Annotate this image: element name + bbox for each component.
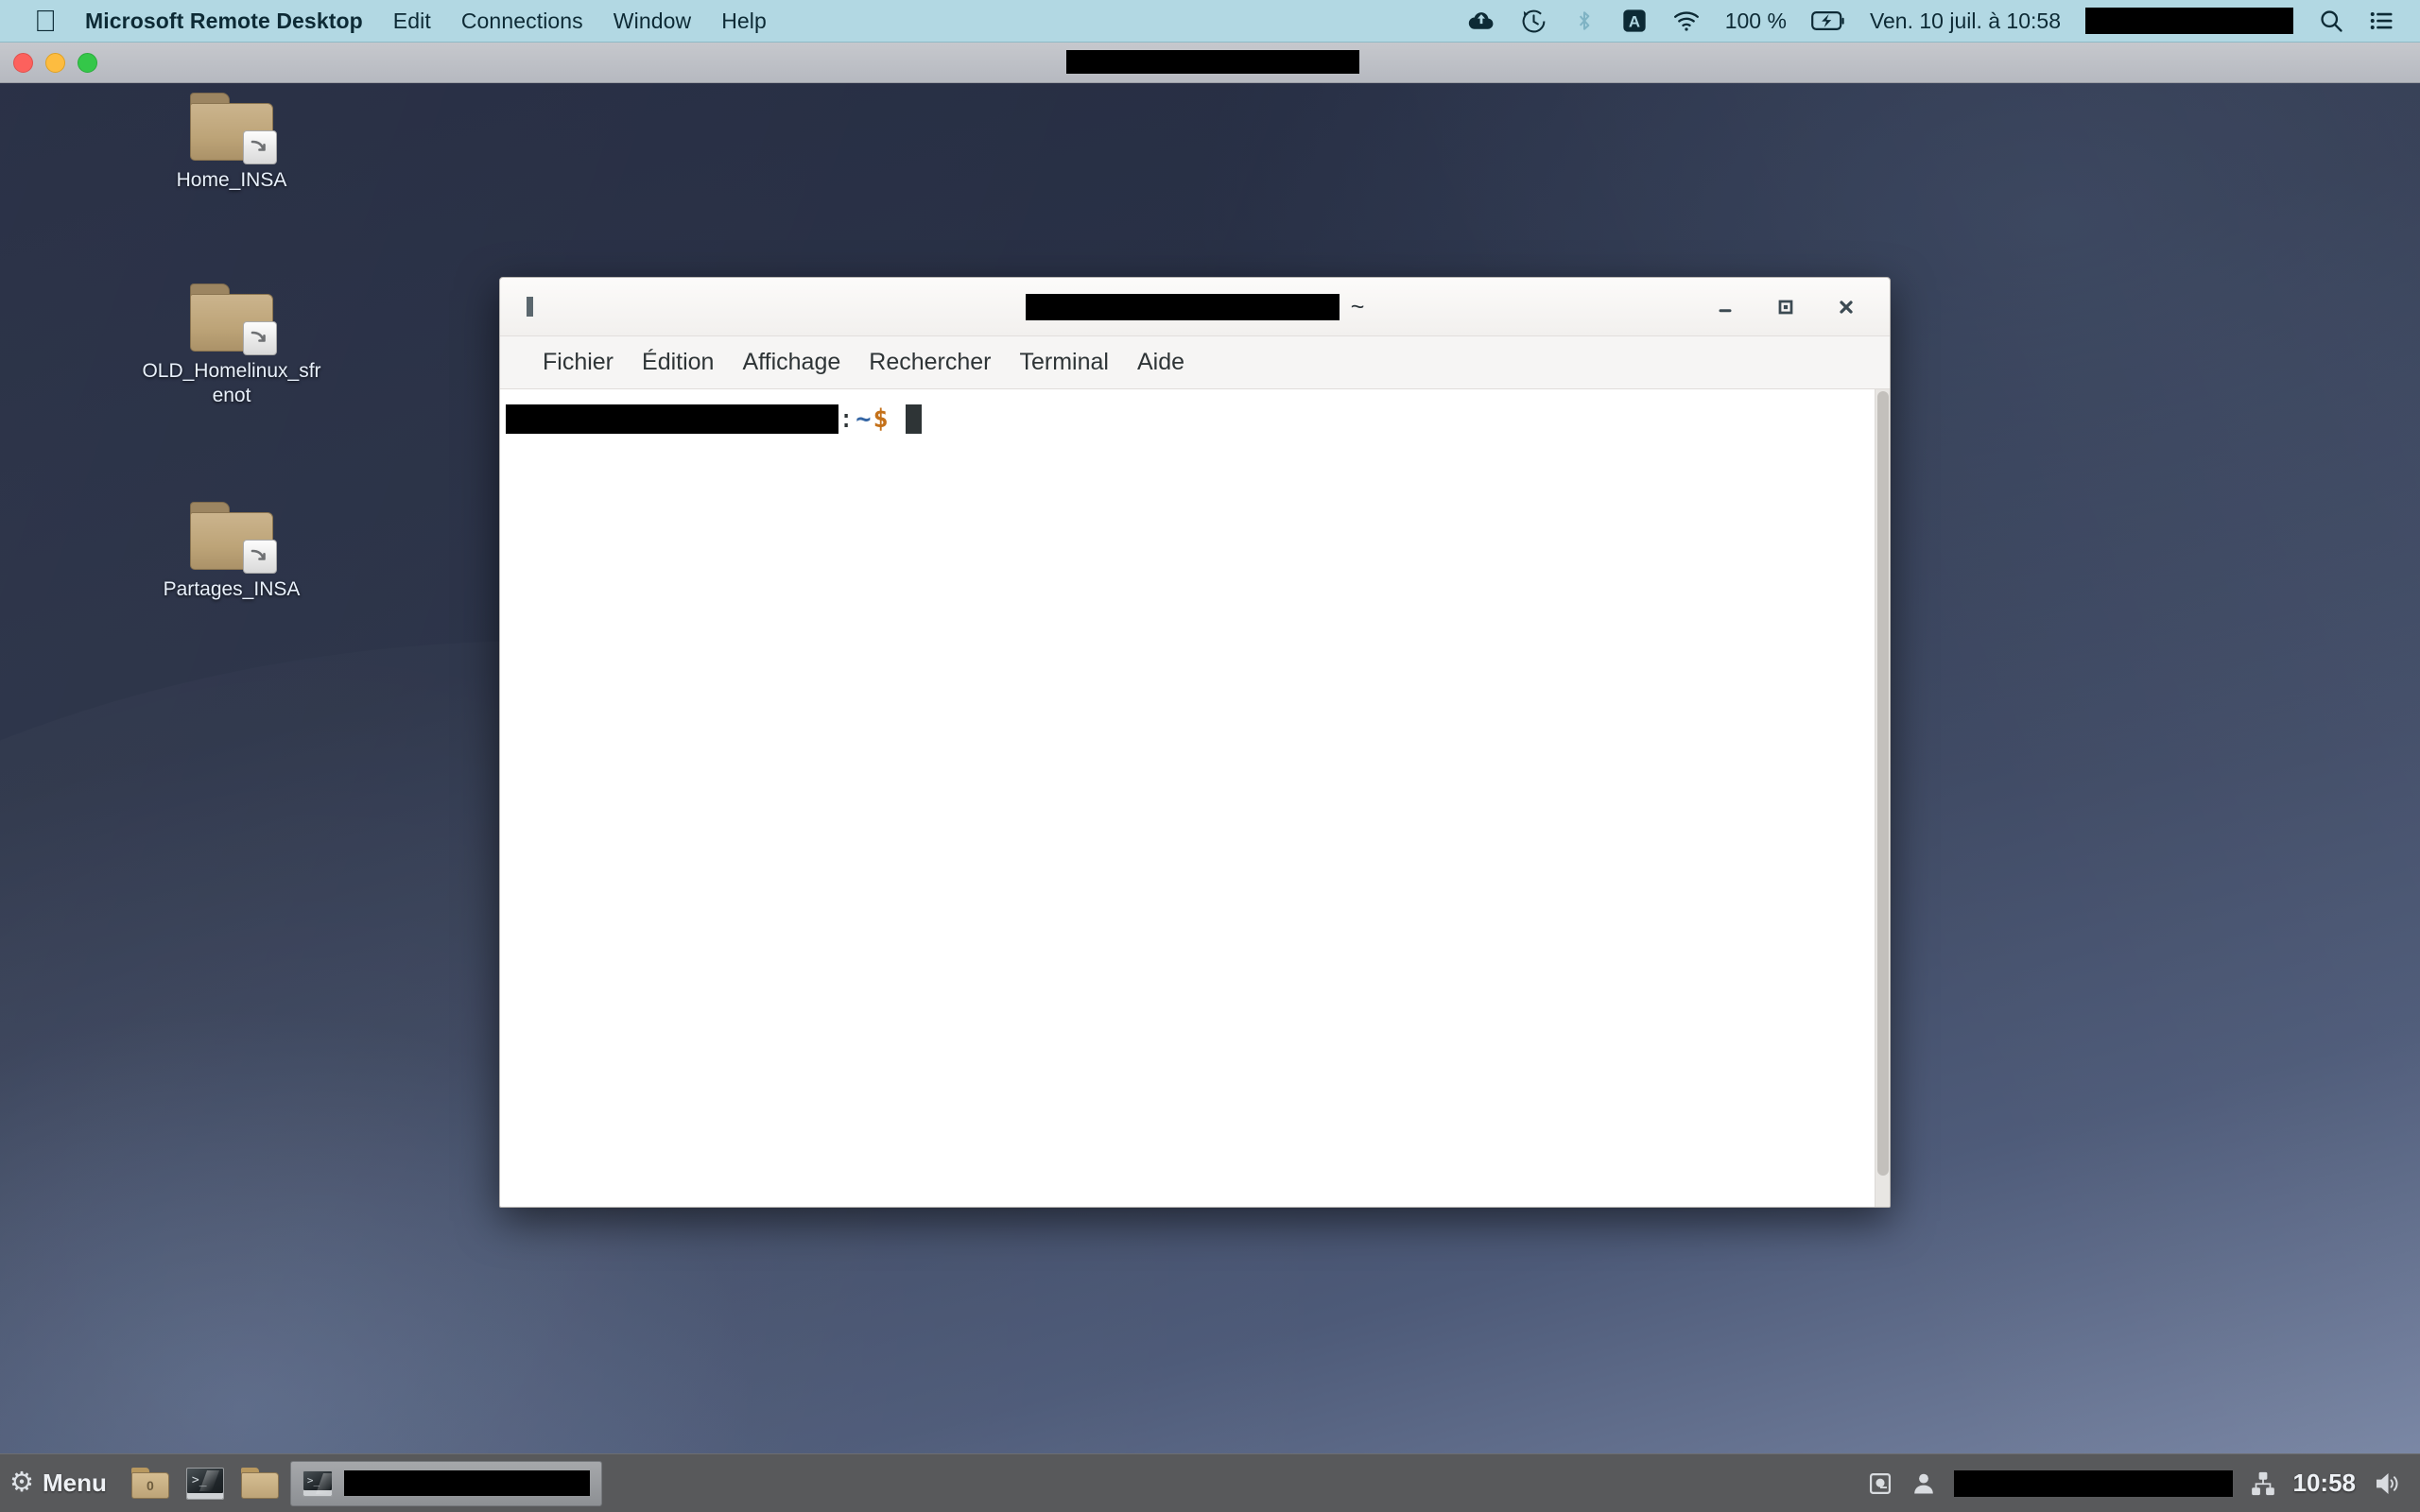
search-icon[interactable]: [2318, 8, 2344, 34]
removable-media-icon[interactable]: [1867, 1470, 1893, 1497]
menu-item-help[interactable]: Help: [721, 9, 767, 34]
taskbar-system-tray: 10:58: [1867, 1454, 2420, 1512]
terminal-menu-affichage[interactable]: Affichage: [728, 343, 855, 382]
menu-item-window[interactable]: Window: [614, 9, 691, 34]
terminal-body[interactable]: : ~ $: [500, 389, 1890, 1207]
bluetooth-icon[interactable]: [1572, 8, 1597, 34]
user-icon[interactable]: [1910, 1470, 1937, 1497]
desktop-icon-home-insa[interactable]: Home_INSA: [142, 93, 321, 193]
gear-icon: ⚙: [9, 1468, 34, 1498]
mac-status-area: A 100 % Ven. 10 juil. à 10:58: [1467, 7, 2420, 35]
terminal-maximize-button[interactable]: [1755, 278, 1816, 336]
terminal-menu-terminal[interactable]: Terminal: [1006, 343, 1123, 382]
terminal-cursor: [905, 404, 922, 435]
svg-text:A: A: [1629, 13, 1640, 31]
terminal-menu-edition[interactable]: Édition: [628, 343, 728, 382]
tray-redacted-item[interactable]: [1953, 1469, 2233, 1497]
terminal-close-button[interactable]: [1816, 278, 1876, 336]
terminal-prompt-symbol: $: [873, 404, 889, 434]
maximize-window-button[interactable]: [78, 53, 97, 73]
taskbar-clock[interactable]: 10:58: [2293, 1469, 2357, 1498]
terminal-menu-fichier[interactable]: Fichier: [528, 343, 628, 382]
shortcut-arrow-icon: [243, 321, 277, 355]
menu-item-edit[interactable]: Edit: [393, 9, 431, 34]
cloud-upload-icon[interactable]: [1467, 7, 1495, 35]
window-traffic-lights: [13, 53, 97, 73]
apple-icon[interactable]: : [34, 6, 57, 36]
shortcut-arrow-icon: [243, 130, 277, 164]
file-manager-icon: [240, 1468, 279, 1499]
folder-shortcut-icon: [190, 502, 277, 574]
terminal-menu-rechercher[interactable]: Rechercher: [855, 343, 1005, 382]
shortcut-arrow-icon: [243, 540, 277, 574]
terminal-user-host-redacted: [506, 404, 838, 435]
control-center-icon[interactable]: [2369, 8, 2395, 34]
terminal-scrollbar-thumb[interactable]: [1877, 391, 1889, 1177]
menu-item-app[interactable]: Microsoft Remote Desktop: [85, 9, 363, 34]
terminal-prompt-line: : ~ $: [506, 403, 1875, 437]
task-button-terminal[interactable]: >_: [289, 1460, 602, 1506]
terminal-titlebar[interactable]: ~: [500, 278, 1890, 336]
terminal-menu-bar: Fichier Édition Affichage Rechercher Ter…: [500, 336, 1890, 389]
menu-item-connections[interactable]: Connections: [461, 9, 583, 34]
terminal-prompt-separator: :: [838, 404, 855, 434]
taskbar-menu-button[interactable]: ⚙ Menu: [0, 1454, 122, 1512]
input-source-A-icon[interactable]: A: [1621, 8, 1648, 34]
folder-shortcut-icon: [190, 284, 277, 355]
terminal-title: ~: [500, 278, 1890, 336]
launcher-terminal[interactable]: >_: [184, 1463, 226, 1504]
folder-shortcut-icon: [190, 93, 277, 164]
battery-percent-label: 100 %: [1724, 8, 1787, 33]
time-machine-icon[interactable]: [1520, 8, 1547, 35]
terminal-title-path: ~: [1350, 293, 1365, 320]
desktop-icon-label: Partages_INSA: [163, 578, 301, 600]
terminal-screen[interactable]: : ~ $: [500, 389, 1875, 1207]
terminal-icon: >_: [302, 1469, 333, 1497]
menubar-clock[interactable]: Ven. 10 juil. à 10:58: [1870, 9, 2061, 34]
terminal-prompt-path: ~: [856, 404, 872, 434]
launcher-folder-manager[interactable]: 0: [130, 1463, 171, 1504]
mac-menu-bar:  Microsoft Remote Desktop Edit Connecti…: [0, 0, 2420, 43]
taskbar-task-list: >_: [281, 1460, 602, 1506]
terminal-scrollbar[interactable]: [1875, 389, 1890, 1207]
minimize-window-button[interactable]: [45, 53, 65, 73]
desktop-icon-old-homelinux[interactable]: OLD_Homelinux_sfrenot: [142, 284, 321, 407]
volume-icon[interactable]: [2373, 1469, 2401, 1498]
launcher-file-manager[interactable]: [239, 1463, 281, 1504]
wifi-icon[interactable]: [1672, 7, 1701, 35]
rdp-window-titlebar: [0, 43, 2420, 83]
terminal-icon: >_: [185, 1467, 224, 1500]
terminal-window[interactable]: ~ Fichier Édition Affichage Rechercher T…: [499, 277, 1891, 1208]
task-button-title-redacted: [343, 1470, 590, 1496]
xfce-taskbar: ⚙ Menu 0 >_ >_ 10:58: [0, 1453, 2420, 1512]
desktop-icon-label: Home_INSA: [176, 169, 287, 191]
close-window-button[interactable]: [13, 53, 33, 73]
rdp-window-title-redacted: [1066, 50, 1359, 74]
desktop-icon-partages-insa[interactable]: Partages_INSA: [142, 502, 321, 602]
network-icon[interactable]: [2250, 1470, 2276, 1497]
battery-charging-icon[interactable]: [1811, 10, 1845, 31]
taskbar-launchers: 0 >_: [122, 1463, 281, 1504]
taskbar-menu-label: Menu: [43, 1469, 107, 1497]
terminal-menu-aide[interactable]: Aide: [1123, 343, 1199, 382]
folder-manager-icon: 0: [130, 1468, 169, 1499]
terminal-window-buttons: [1695, 278, 1876, 336]
terminal-title-redacted: [1025, 294, 1340, 320]
desktop-icon-label: OLD_Homelinux_sfrenot: [142, 360, 321, 406]
terminal-minimize-button[interactable]: [1695, 278, 1755, 336]
menubar-redacted-item[interactable]: [2085, 8, 2293, 34]
